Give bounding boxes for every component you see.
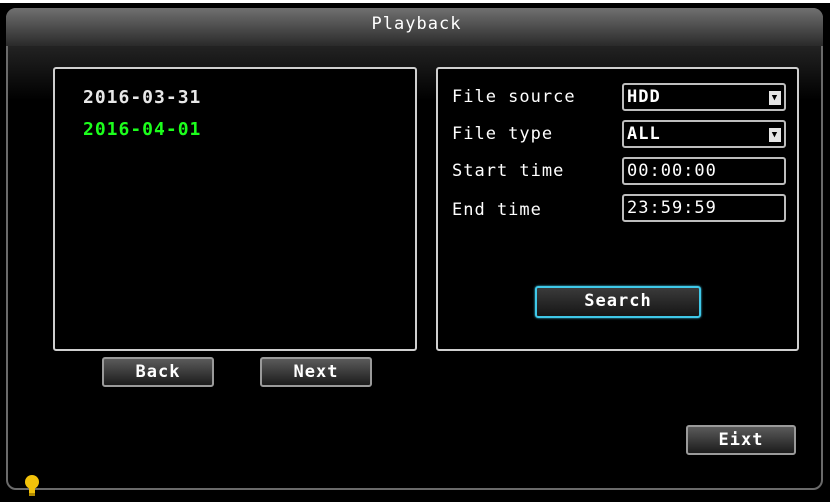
file-type-value: ALL — [627, 124, 661, 144]
date-list-item[interactable]: 2016-03-31 — [83, 87, 201, 108]
next-button[interactable]: Next — [260, 357, 372, 387]
file-source-label: File source — [452, 87, 576, 107]
file-type-select[interactable]: ALL ▼ — [622, 120, 786, 148]
date-list-item-selected[interactable]: 2016-04-01 — [83, 119, 201, 140]
dropdown-arrow-icon[interactable]: ▼ — [769, 91, 781, 105]
search-button[interactable]: Search — [535, 286, 701, 318]
file-type-label: File type — [452, 124, 554, 144]
screen-top-edge — [0, 0, 833, 3]
date-list-panel: 2016-03-31 2016-04-01 — [53, 67, 417, 351]
start-time-label: Start time — [452, 161, 565, 181]
window-title: Playback — [371, 14, 462, 34]
back-button[interactable]: Back — [102, 357, 214, 387]
end-time-label: End time — [452, 200, 542, 220]
lightbulb-icon — [24, 474, 40, 498]
file-source-select[interactable]: HDD ▼ — [622, 83, 786, 111]
end-time-input[interactable]: 23:59:59 — [622, 194, 786, 222]
file-source-value: HDD — [627, 87, 661, 107]
dropdown-arrow-icon[interactable]: ▼ — [769, 128, 781, 142]
exit-button[interactable]: Eixt — [686, 425, 796, 455]
start-time-input[interactable]: 00:00:00 — [622, 157, 786, 185]
